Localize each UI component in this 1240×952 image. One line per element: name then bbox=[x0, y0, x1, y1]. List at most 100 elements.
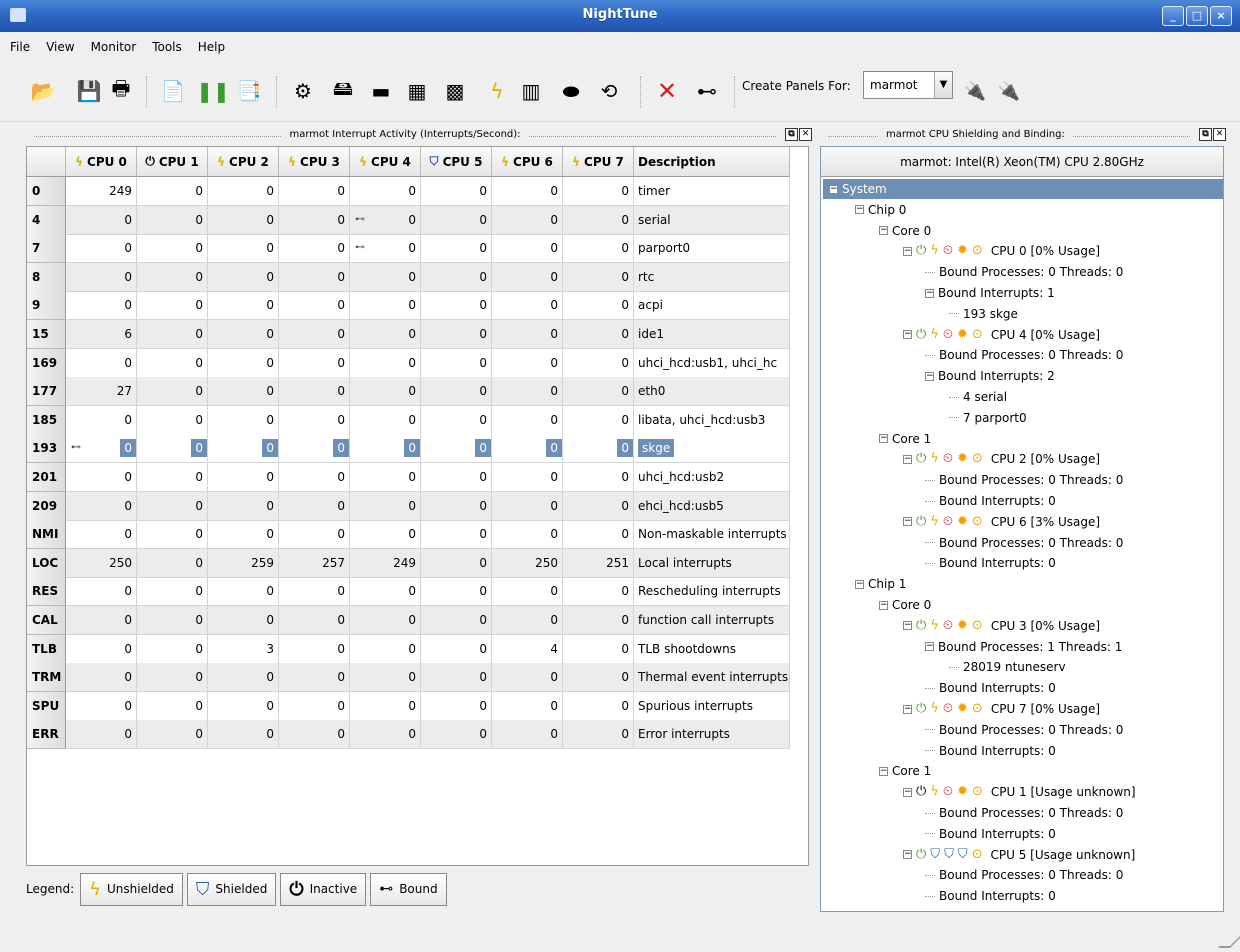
table-cell[interactable]: 0 bbox=[563, 320, 634, 349]
tree-node-group[interactable]: − Chip 0 bbox=[855, 200, 906, 220]
table-cell[interactable]: 0 bbox=[421, 348, 492, 378]
table-cell[interactable]: 27 bbox=[66, 377, 137, 407]
collapse-icon[interactable]: − bbox=[903, 330, 912, 340]
power-icon[interactable]: ⏻ bbox=[916, 782, 926, 802]
row-header-irq[interactable]: 193 bbox=[27, 434, 66, 464]
table-row[interactable]: 177 27 0 0 0 0 0 0 0 eth0 bbox=[27, 377, 790, 407]
timer-icon[interactable]: ⏲ bbox=[943, 449, 953, 469]
timer-icon[interactable]: ⏲ bbox=[943, 325, 953, 345]
table-cell[interactable]: 0 bbox=[137, 577, 208, 607]
table-cell[interactable]: 0 bbox=[66, 262, 137, 292]
row-header-irq[interactable]: 185 bbox=[27, 405, 66, 435]
tree-node-leaf[interactable]: Bound Processes: 0 Threads: 0 bbox=[925, 803, 1123, 823]
table-cell[interactable]: 0 bbox=[66, 691, 137, 721]
table-cell[interactable]: 0 bbox=[279, 234, 350, 264]
table-cell[interactable]: 0 bbox=[350, 348, 421, 378]
table-cell[interactable]: 257 bbox=[279, 548, 350, 578]
table-cell[interactable]: 250 bbox=[492, 548, 563, 578]
table-cell[interactable]: 0 bbox=[421, 234, 492, 264]
table-cell[interactable]: 0 bbox=[350, 663, 421, 693]
row-header-irq[interactable]: LOC bbox=[27, 548, 66, 578]
detach-panel-button[interactable]: ⧉ bbox=[1199, 127, 1212, 141]
table-row[interactable]: 209 0 0 0 0 0 0 0 0 ehci_hcd:usb5 bbox=[27, 491, 790, 521]
shield-icon[interactable]: ⛉ bbox=[958, 845, 968, 865]
table-cell[interactable]: 0 bbox=[492, 291, 563, 321]
interrupt-panel-icon[interactable]: ϟ bbox=[484, 76, 510, 106]
table-cell[interactable]: 0 bbox=[492, 348, 563, 378]
table-cell-description[interactable]: Error interrupts bbox=[634, 720, 790, 750]
table-cell-description[interactable]: eth0 bbox=[634, 377, 790, 407]
collapse-icon[interactable]: − bbox=[829, 184, 838, 194]
bind-icon[interactable]: ⊷ bbox=[694, 76, 720, 106]
table-cell[interactable]: 0 bbox=[66, 634, 137, 664]
tree-node-leaf[interactable]: Bound Interrupts: 0 bbox=[925, 824, 1056, 844]
table-cell[interactable]: 0 bbox=[66, 205, 137, 235]
table-cell[interactable]: 0 bbox=[421, 691, 492, 721]
table-cell[interactable]: 0 bbox=[137, 491, 208, 521]
tree-node-leaf[interactable]: Bound Processes: 0 Threads: 0 bbox=[925, 533, 1123, 553]
table-cell[interactable]: 0 bbox=[208, 234, 279, 264]
table-cell[interactable]: 0 bbox=[208, 720, 279, 750]
table-cell[interactable]: 0 bbox=[66, 234, 137, 264]
tree-node-group[interactable]: − Bound Interrupts: 2 bbox=[925, 366, 1055, 386]
table-cell[interactable]: 0 bbox=[208, 520, 279, 550]
table-cell[interactable]: 0 bbox=[492, 520, 563, 550]
row-header-irq[interactable]: 4 bbox=[27, 205, 66, 235]
table-cell[interactable]: 0 bbox=[137, 205, 208, 235]
table-cell[interactable]: 0 bbox=[492, 691, 563, 721]
close-button[interactable]: × bbox=[1210, 6, 1232, 26]
table-cell[interactable]: 0 bbox=[563, 205, 634, 235]
table-cell[interactable]: ⊷ 0 bbox=[350, 234, 421, 264]
table-cell[interactable]: 0 bbox=[66, 577, 137, 607]
collapse-icon[interactable]: − bbox=[879, 600, 888, 610]
unshielded-icon[interactable]: ϟ bbox=[930, 512, 939, 532]
tree-node-system[interactable]: − System bbox=[823, 179, 1223, 199]
table-cell[interactable]: 0 bbox=[421, 320, 492, 349]
close-panel-icon[interactable]: ✕ bbox=[654, 76, 680, 106]
table-cell[interactable]: 0 bbox=[421, 377, 492, 407]
tree-node-cpu[interactable]: − ⏻ ⛉ ⛉ ⛉ ⊙ CPU 5 [Usage unknown] bbox=[903, 845, 1135, 865]
table-cell-description[interactable]: acpi bbox=[634, 291, 790, 321]
tree-node-group[interactable]: − Core 1 bbox=[879, 429, 931, 449]
legend-inactive[interactable]: ⏻ Inactive bbox=[280, 872, 367, 906]
bind-icon[interactable]: ⊙ bbox=[972, 325, 983, 345]
table-cell[interactable]: 0 bbox=[279, 320, 350, 349]
table-cell[interactable]: 0 bbox=[66, 520, 137, 550]
table-cell[interactable]: 0 bbox=[208, 491, 279, 521]
table-cell[interactable]: 0 bbox=[137, 520, 208, 550]
shield-icon[interactable]: ⛉ bbox=[944, 845, 954, 865]
tree-node-leaf[interactable]: 7 parport0 bbox=[949, 408, 1027, 428]
table-cell[interactable]: 0 bbox=[350, 405, 421, 435]
table-cell-description[interactable]: serial bbox=[634, 205, 790, 235]
table-cell[interactable]: 0 bbox=[350, 691, 421, 721]
table-cell[interactable]: 0 bbox=[492, 205, 563, 235]
table-cell[interactable]: 0 bbox=[421, 548, 492, 578]
table-cell[interactable]: 0 bbox=[208, 291, 279, 321]
table-cell-description[interactable]: skge bbox=[634, 434, 790, 464]
power-icon[interactable]: ⏻ bbox=[916, 699, 926, 719]
table-cell[interactable]: 0 bbox=[563, 520, 634, 550]
gear-icon[interactable]: ✹ bbox=[957, 782, 968, 802]
column-header-cpu0[interactable]: ϟ CPU 0 bbox=[66, 147, 137, 177]
tree-node-leaf[interactable]: Bound Processes: 0 Threads: 0 bbox=[925, 262, 1123, 282]
gear-icon[interactable]: ✹ bbox=[957, 699, 968, 719]
table-cell[interactable]: 0 bbox=[137, 320, 208, 349]
row-header-irq[interactable]: RES bbox=[27, 577, 66, 607]
table-cell-description[interactable]: function call interrupts bbox=[634, 606, 790, 635]
menu-monitor[interactable]: Monitor bbox=[83, 33, 145, 61]
table-cell[interactable]: 0 bbox=[421, 606, 492, 635]
table-cell[interactable]: 0 bbox=[492, 577, 563, 607]
collapse-icon[interactable]: − bbox=[903, 246, 912, 256]
unshielded-icon[interactable]: ϟ bbox=[930, 325, 939, 345]
tree-node-cpu[interactable]: − ⏻ ϟ ⏲ ✹ ⊙ CPU 0 [0% Usage] bbox=[903, 241, 1100, 261]
tree-node-leaf[interactable]: 4 serial bbox=[949, 387, 1007, 407]
tree-node-leaf[interactable]: Bound Processes: 0 Threads: 0 bbox=[925, 865, 1123, 885]
column-header-cpu5[interactable]: ⛉ CPU 5 bbox=[421, 147, 492, 177]
table-cell-description[interactable]: Non-maskable interrupts bbox=[634, 520, 790, 550]
table-cell[interactable]: 0 bbox=[66, 463, 137, 492]
table-cell[interactable]: 0 bbox=[66, 606, 137, 635]
bind-icon[interactable]: ⊙ bbox=[972, 512, 983, 532]
table-cell[interactable]: 0 bbox=[137, 348, 208, 378]
table-row[interactable]: 7 0 0 0 0 ⊷ 0 0 0 0 parport0 bbox=[27, 234, 790, 264]
table-cell[interactable]: 0 bbox=[350, 262, 421, 292]
